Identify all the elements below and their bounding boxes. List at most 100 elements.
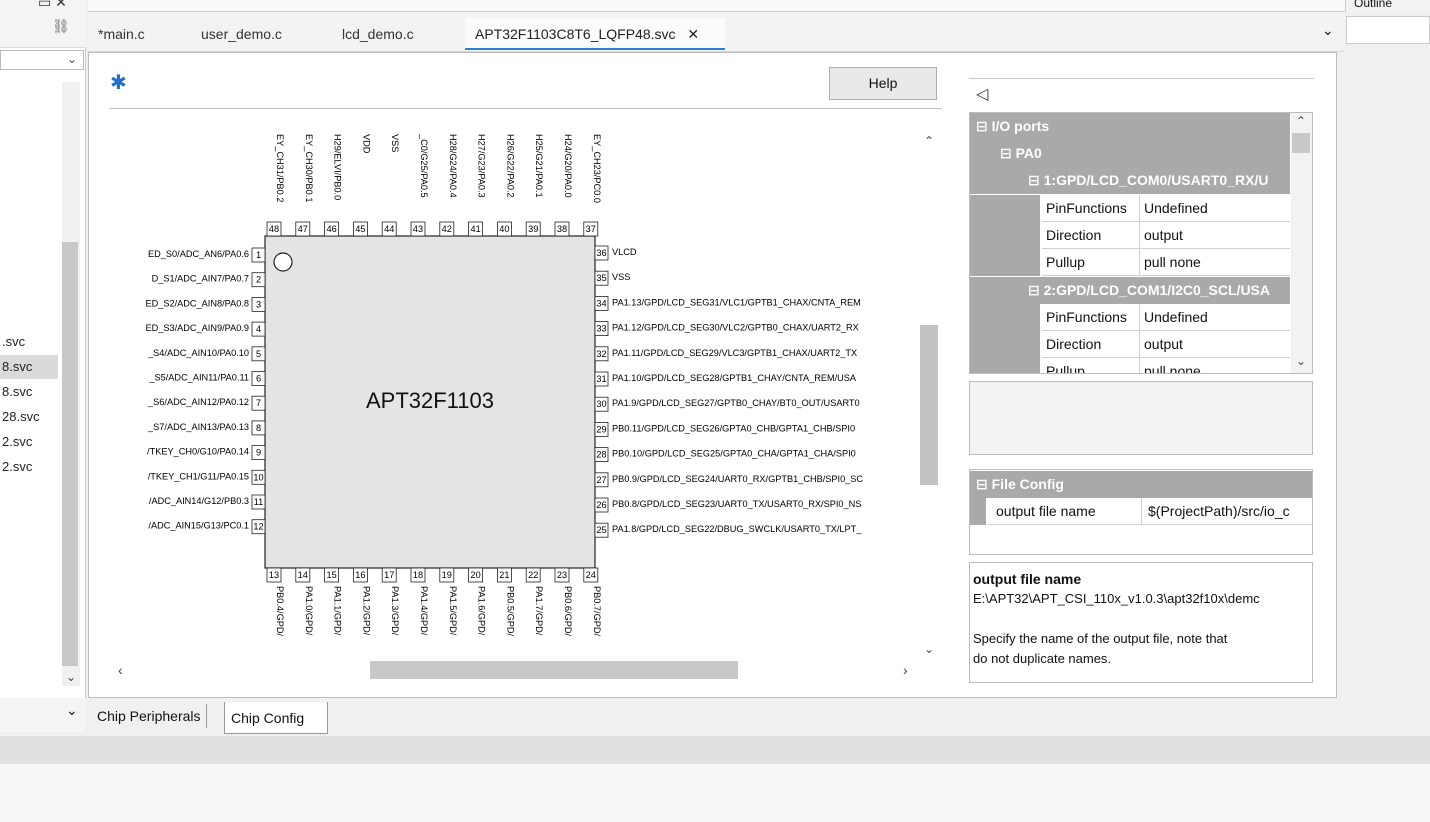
pin-number: 14	[298, 570, 308, 580]
pin-number: 28	[596, 450, 606, 460]
description-title: output file name	[973, 571, 1082, 587]
port-label: PA0	[1015, 145, 1042, 161]
property-row[interactable]: output file name $(ProjectPath)/src/io_c	[970, 498, 1312, 525]
category-label: I/O ports	[991, 118, 1050, 134]
pin-number: 26	[596, 500, 606, 510]
property-row[interactable]: PinFunctions Undefined	[970, 304, 1290, 331]
pin-label: H25/G21/PA0.1	[534, 134, 544, 198]
pin-number: 11	[254, 497, 264, 507]
port-pa0[interactable]: ⊟ PA0	[970, 140, 1290, 167]
link-editor-icon[interactable]: ⛓	[52, 18, 70, 35]
property-row[interactable]: Pullup pull none	[970, 249, 1290, 276]
tab-lcd-demo-c[interactable]: lcd_demo.c	[342, 18, 414, 50]
property-value[interactable]: Undefined	[1140, 195, 1290, 222]
property-value[interactable]: pull none	[1140, 358, 1290, 373]
pin-number: 47	[298, 224, 308, 234]
pin-number: 6	[256, 374, 261, 384]
pin-number: 22	[528, 570, 538, 580]
pin-label: PA1.4/GPD/	[419, 586, 429, 636]
tab-user-demo-c[interactable]: user_demo.c	[201, 18, 282, 50]
pin-label: PB0.8/GPD/LCD_SEG23/UART0_TX/USART0_RX/S…	[612, 499, 861, 509]
collapse-icon[interactable]: ⊟	[970, 282, 1040, 298]
pin-number: 4	[256, 324, 261, 334]
explorer-filter-dropdown[interactable]: ⌄	[0, 50, 84, 70]
pin-number: 1	[256, 250, 261, 260]
property-row[interactable]: Direction output	[970, 331, 1290, 358]
pin-number: 18	[413, 570, 423, 580]
category-io-ports[interactable]: ⊟ I/O ports	[970, 113, 1290, 140]
file-item[interactable]: .svc	[0, 330, 58, 354]
property-row[interactable]: Pullup pull none	[970, 358, 1290, 373]
property-value[interactable]: output	[1140, 331, 1290, 358]
chevron-down-icon[interactable]: ⌄	[66, 702, 78, 719]
tab-chip-config[interactable]: Chip Config	[224, 702, 328, 734]
file-item-selected[interactable]: 8.svc	[0, 355, 58, 379]
file-config-property-grid[interactable]: ⊟ File Config output file name $(Project…	[969, 469, 1313, 555]
pin-number: 8	[256, 423, 261, 433]
collapse-icon[interactable]: ⊟	[970, 145, 1012, 161]
minimize-icon[interactable]: ▭ ✕	[38, 0, 67, 11]
scroll-up-icon[interactable]: ⌃	[924, 134, 934, 148]
pin-label: H26/G22/PA0.2	[505, 134, 515, 198]
property-value[interactable]: Undefined	[1140, 304, 1290, 331]
tools-icon[interactable]: ✱	[110, 70, 127, 95]
property-value[interactable]: pull none	[1140, 249, 1290, 276]
property-name: output file name	[988, 498, 1142, 525]
io-ports-property-grid[interactable]: ⊟ I/O ports ⊟ PA0 ⊟ 1:GPD/LCD_COM0/USART…	[969, 112, 1313, 374]
pin-label: PA1.13/GPD/LCD_SEG31/VLC1/GPTB1_CHAX/CNT…	[612, 297, 861, 307]
pin-label: PB0.7/GPD/	[592, 586, 602, 636]
outline-view-title: Outline	[1345, 0, 1430, 12]
pin-label: PA1.0/GPD/	[304, 586, 314, 636]
scroll-down-icon[interactable]: ⌄	[66, 670, 76, 684]
tab-chip-peripherals[interactable]: Chip Peripherals	[92, 704, 207, 728]
tab-list-chevron-icon[interactable]: ⌄	[1322, 22, 1334, 39]
tab-main-c[interactable]: *main.c	[98, 18, 145, 50]
file-item[interactable]: 2.svc	[0, 455, 58, 479]
scroll-left-icon[interactable]: ‹	[118, 662, 123, 678]
file-item[interactable]: 8.svc	[0, 380, 58, 404]
diagram-vscroll-thumb[interactable]	[920, 325, 938, 485]
scroll-down-icon[interactable]: ⌄	[924, 642, 934, 656]
pin-label: PA1.9/GPD/LCD_SEG27/GPTB0_CHAY/BT0_OUT/U…	[612, 398, 860, 408]
property-value[interactable]: output	[1140, 222, 1290, 249]
pin-label: PB0.5/GPD/	[505, 586, 515, 636]
diagram-hscroll-thumb[interactable]	[370, 661, 738, 679]
property-grid-scroll-thumb[interactable]	[1292, 133, 1310, 153]
pin-navigate-icon[interactable]: ◁	[976, 84, 988, 104]
pin-number: 33	[596, 324, 606, 334]
pin-group-1[interactable]: ⊟ 1:GPD/LCD_COM0/USART0_RX/U	[970, 167, 1290, 194]
pin-label: /ADC_AIN15/G13/PC0.1	[148, 521, 249, 531]
tab-label: APT32F1103C8T6_LQFP48.svc	[475, 26, 676, 42]
chip-diagram-canvas[interactable]: APT32F1103 1 ED_S0/ADC_AN6/PA0.6 2 D_S1/ADC_…	[110, 130, 918, 660]
scroll-right-icon[interactable]: ›	[903, 662, 908, 678]
pin-number: 43	[413, 224, 423, 234]
file-item[interactable]: 2.svc	[0, 430, 58, 454]
pin-label: PB0.10/GPD/LCD_SEG25/GPTA0_CHA/GPTA1_CHA…	[612, 449, 856, 459]
property-row[interactable]: Direction output	[970, 222, 1290, 249]
tab-chip-svc[interactable]: APT32F1103C8T6_LQFP48.svc ✕	[465, 18, 725, 50]
pin-label: _S6/ADC_AIN12/PA0.12	[147, 397, 249, 407]
pin-number: 3	[256, 299, 261, 309]
close-icon[interactable]: ✕	[687, 26, 699, 42]
collapse-icon[interactable]: ⊟	[970, 172, 1040, 188]
collapse-icon[interactable]: ⊟	[970, 118, 988, 134]
property-row[interactable]: PinFunctions Undefined	[970, 195, 1290, 222]
collapse-icon[interactable]: ⊟	[970, 476, 988, 492]
description-line1: Specify the name of the output file, not…	[973, 631, 1228, 646]
scroll-up-icon[interactable]: ⌃	[1296, 114, 1306, 128]
pin-group-2[interactable]: ⊟ 2:GPD/LCD_COM1/I2C0_SCL/USA	[970, 277, 1290, 304]
chip-pinout-diagram: APT32F1103 1 ED_S0/ADC_AN6/PA0.6 2 D_S1/ADC_…	[146, 133, 864, 636]
pin-label: PA1.3/GPD/	[390, 586, 400, 636]
property-value[interactable]: $(ProjectPath)/src/io_c	[1142, 498, 1312, 525]
help-button[interactable]: Help	[829, 67, 937, 100]
explorer-scrollbar-thumb[interactable]	[62, 242, 78, 666]
pin-label: PB0.11/GPD/LCD_SEG26/GPTA0_CHB/GPTA1_CHB…	[612, 423, 855, 433]
pin-label: PB0.9/GPD/LCD_SEG24/UART0_RX/GPTB1_CHB/S…	[612, 474, 863, 484]
file-item[interactable]: 28.svc	[0, 405, 58, 429]
pin-label: _S5/ADC_AIN11/PA0.11	[148, 373, 249, 383]
pin1-marker	[273, 252, 293, 272]
scroll-down-icon[interactable]: ⌄	[1296, 354, 1306, 368]
category-file-config[interactable]: ⊟ File Config	[970, 471, 1312, 498]
pin-number: 39	[528, 224, 538, 234]
pin-label: ED_S0/ADC_AN6/PA0.6	[148, 249, 249, 259]
